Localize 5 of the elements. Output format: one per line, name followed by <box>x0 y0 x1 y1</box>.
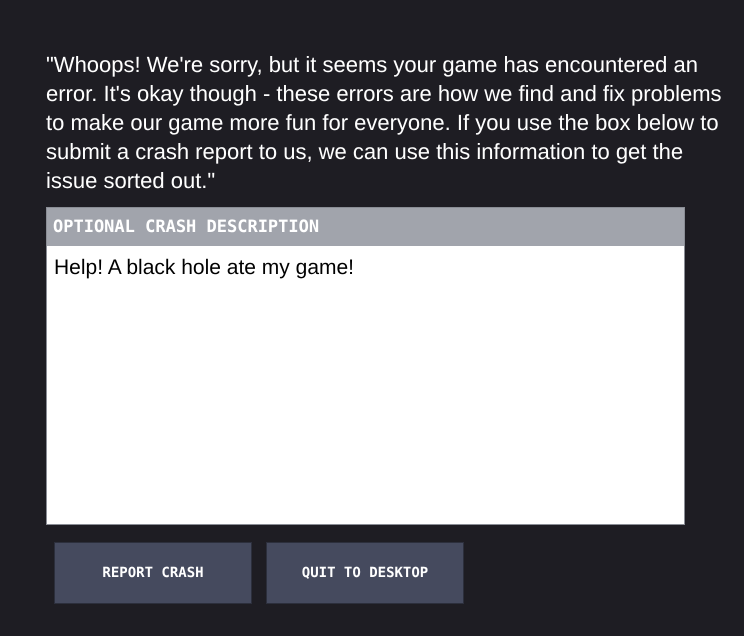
quit-button[interactable]: QUIT TO DESKTOP <box>266 542 464 604</box>
description-field[interactable]: Help! A black hole ate my game! <box>46 246 685 525</box>
description-label: OPTIONAL CRASH DESCRIPTION <box>46 207 685 246</box>
crash-message: "Whoops! We're sorry, but it seems your game has encountered an error. It's okay though - these errors are how we find and fix problems to make our game more fun for everyone. If you use the box below to submit a crash report to us, we can use this information to get the issue sorted out." <box>46 51 723 195</box>
report-crash-button[interactable]: REPORT CRASH <box>54 542 252 604</box>
